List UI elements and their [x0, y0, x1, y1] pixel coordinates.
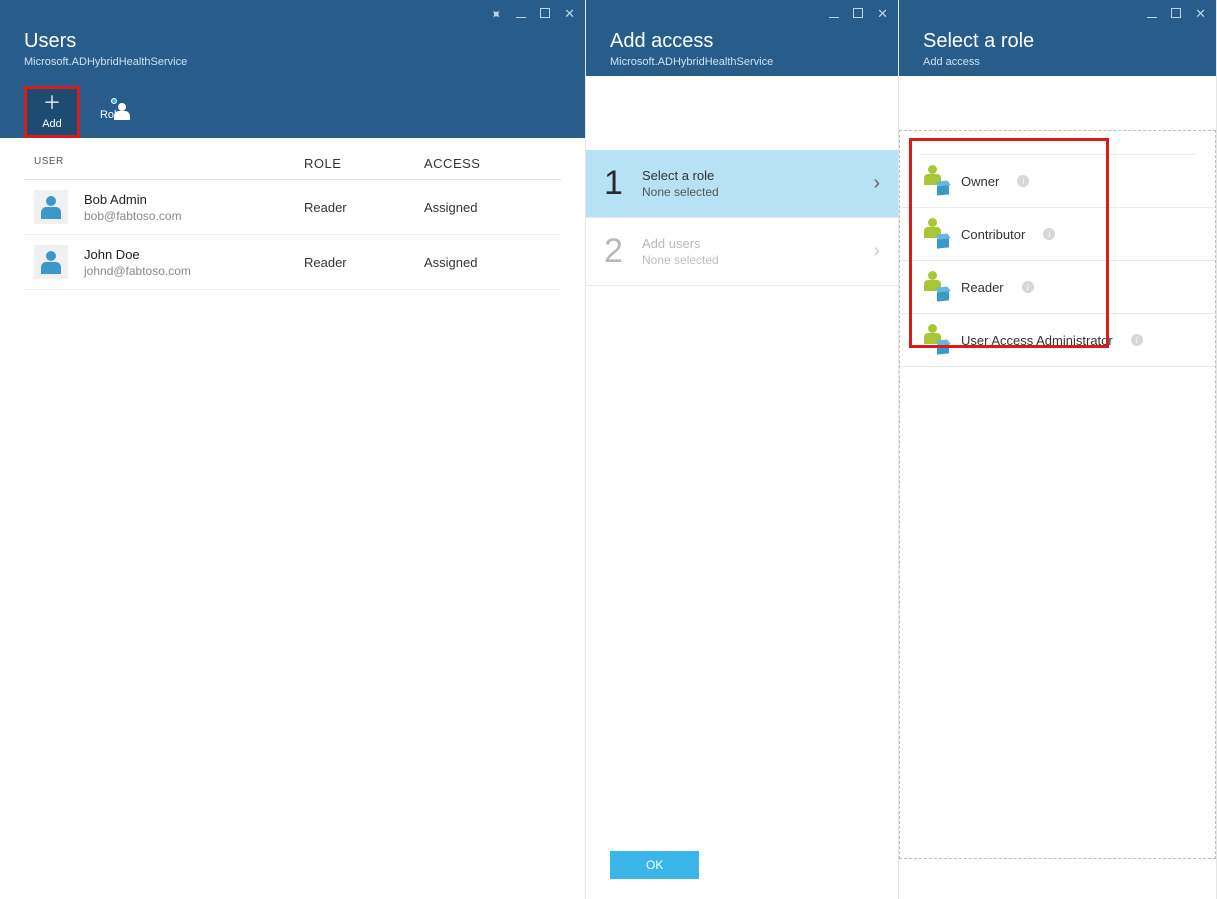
select-role-title: Select a role [923, 30, 1192, 53]
add-button[interactable]: ＋ Add [24, 86, 80, 138]
users-blade: ✦ ✕ Users Microsoft.ADHybridHealthServic… [0, 0, 586, 899]
col-role: ROLE [304, 156, 424, 171]
users-header: ✦ ✕ Users Microsoft.ADHybridHealthServic… [0, 0, 585, 138]
role-icon [919, 275, 947, 299]
close-icon[interactable]: ✕ [1195, 6, 1206, 22]
role-contributor[interactable]: Contributor i [899, 208, 1216, 261]
role-icon [919, 169, 947, 193]
role-user-access-admin[interactable]: User Access Administrator i [899, 314, 1216, 367]
user-access: Assigned [424, 255, 544, 270]
select-role-subtitle: Add access [923, 56, 1192, 68]
step-select-role[interactable]: 1 Select a role None selected › [586, 150, 898, 218]
pin-icon[interactable]: ✦ [486, 4, 506, 24]
step-subtitle: None selected [642, 185, 873, 199]
role-icon [919, 222, 947, 246]
user-role: Reader [304, 255, 424, 270]
step-subtitle: None selected [642, 253, 873, 267]
add-access-header: ✕ Add access Microsoft.ADHybridHealthSer… [586, 0, 898, 76]
minimize-icon[interactable] [1147, 6, 1157, 22]
table-row[interactable]: Bob Admin bob@fabtoso.com Reader Assigne… [24, 180, 561, 235]
ok-button[interactable]: OK [610, 851, 699, 879]
users-title: Users [24, 30, 561, 53]
role-icon [919, 328, 947, 352]
plus-icon: ＋ [43, 94, 61, 112]
col-access: ACCESS [424, 156, 544, 171]
info-icon[interactable]: i [1131, 334, 1143, 346]
users-table: USER ROLE ACCESS Bob Admin bob@fabtoso.c… [0, 138, 585, 290]
window-controls: ✕ [1147, 6, 1206, 22]
maximize-icon[interactable] [1171, 6, 1181, 22]
role-reader[interactable]: Reader i [899, 261, 1216, 314]
select-role-blade: ✕ Select a role Add access Owner i Contr… [899, 0, 1217, 899]
chevron-right-icon: › [873, 172, 880, 195]
users-toolbar: ＋ Add Roles [24, 86, 561, 138]
role-label: Contributor [961, 227, 1025, 242]
chevron-right-icon: › [873, 240, 880, 263]
user-role: Reader [304, 200, 424, 215]
steps: 1 Select a role None selected › 2 Add us… [586, 136, 898, 286]
users-subtitle: Microsoft.ADHybridHealthService [24, 56, 561, 68]
role-label: Reader [961, 280, 1004, 295]
info-icon[interactable]: i [1017, 175, 1029, 187]
user-access: Assigned [424, 200, 544, 215]
user-email: johnd@fabtoso.com [84, 264, 191, 278]
maximize-icon[interactable] [540, 6, 550, 23]
role-label: Owner [961, 174, 999, 189]
col-user: USER [24, 156, 304, 171]
add-access-subtitle: Microsoft.ADHybridHealthService [610, 56, 874, 68]
user-email: bob@fabtoso.com [84, 209, 182, 223]
table-header: USER ROLE ACCESS [24, 156, 561, 180]
window-controls: ✦ ✕ [490, 6, 575, 23]
user-name: John Doe [84, 247, 191, 262]
role-label: User Access Administrator [961, 333, 1113, 348]
info-icon[interactable]: i [1043, 228, 1055, 240]
avatar [34, 190, 68, 224]
step-number: 2 [604, 232, 642, 271]
window-controls: ✕ [829, 6, 888, 22]
avatar [34, 245, 68, 279]
close-icon[interactable]: ✕ [564, 6, 575, 23]
add-access-title: Add access [610, 30, 874, 53]
step-number: 1 [604, 164, 642, 203]
maximize-icon[interactable] [853, 6, 863, 22]
close-icon[interactable]: ✕ [877, 6, 888, 22]
user-name: Bob Admin [84, 192, 182, 207]
step-title: Add users [642, 236, 873, 251]
role-list: Owner i Contributor i Reader i User Acce… [899, 136, 1216, 367]
select-role-header: ✕ Select a role Add access [899, 0, 1216, 76]
roles-button[interactable]: Roles [86, 86, 142, 138]
minimize-icon[interactable] [516, 6, 526, 23]
role-owner[interactable]: Owner i [899, 155, 1216, 208]
table-row[interactable]: John Doe johnd@fabtoso.com Reader Assign… [24, 235, 561, 290]
add-label: Add [42, 118, 62, 130]
minimize-icon[interactable] [829, 6, 839, 22]
add-access-blade: ✕ Add access Microsoft.ADHybridHealthSer… [586, 0, 899, 899]
step-title: Select a role [642, 168, 873, 183]
step-add-users[interactable]: 2 Add users None selected › [586, 218, 898, 286]
info-icon[interactable]: i [1022, 281, 1034, 293]
